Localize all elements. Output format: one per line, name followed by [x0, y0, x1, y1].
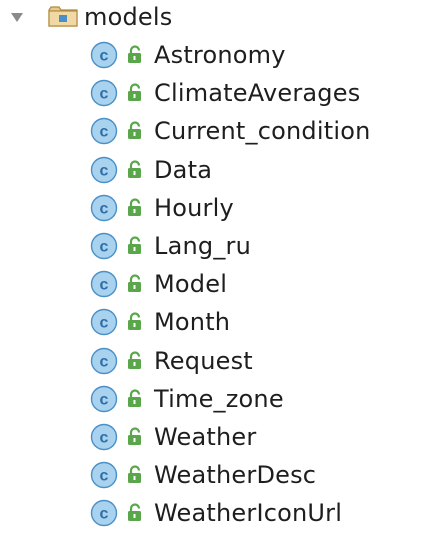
svg-text:c: c — [100, 124, 109, 141]
tree-package-row[interactable]: models — [10, 0, 172, 34]
class-icon: c — [90, 499, 118, 527]
class-icon: c — [90, 117, 118, 145]
class-icon: c — [90, 461, 118, 489]
svg-text:c: c — [100, 239, 109, 256]
class-icon: c — [90, 79, 118, 107]
project-tree: models c Astronomy c ClimateAverages c Curren… — [0, 0, 436, 536]
public-lock-icon — [124, 235, 146, 257]
svg-text:c: c — [100, 162, 109, 179]
public-lock-icon — [124, 502, 146, 524]
class-icon: c — [90, 385, 118, 413]
public-lock-icon — [124, 44, 146, 66]
package-folder-icon — [48, 6, 78, 28]
public-lock-icon — [124, 273, 146, 295]
tree-class-row[interactable]: c Data — [90, 153, 212, 187]
tree-class-row[interactable]: c Model — [90, 267, 227, 301]
public-lock-icon — [124, 426, 146, 448]
public-lock-icon — [124, 311, 146, 333]
public-lock-icon — [124, 82, 146, 104]
public-lock-icon — [124, 159, 146, 181]
svg-text:c: c — [100, 200, 109, 217]
class-icon: c — [90, 308, 118, 336]
class-label: Time_zone — [154, 384, 284, 413]
public-lock-icon — [124, 120, 146, 142]
class-icon: c — [90, 423, 118, 451]
class-label: Astronomy — [154, 41, 286, 69]
tree-class-row[interactable]: c Current_condition — [90, 114, 371, 148]
class-label: Request — [154, 346, 253, 375]
class-label: WeatherIconUrl — [154, 499, 343, 528]
svg-text:c: c — [100, 468, 109, 485]
tree-class-row[interactable]: c WeatherIconUrl — [90, 496, 342, 530]
tree-class-row[interactable]: c ClimateAverages — [90, 76, 360, 110]
svg-text:c: c — [100, 86, 109, 103]
tree-class-row[interactable]: c Month — [90, 305, 230, 339]
public-lock-icon — [124, 464, 146, 486]
class-label: Weather — [154, 423, 257, 451]
svg-text:c: c — [100, 391, 109, 408]
class-icon: c — [90, 194, 118, 222]
tree-class-row[interactable]: c Lang_ru — [90, 229, 251, 263]
class-label: WeatherDesc — [154, 461, 317, 490]
class-label: Model — [154, 270, 228, 299]
tree-class-row[interactable]: c Request — [90, 344, 253, 378]
tree-class-row[interactable]: c Astronomy — [90, 38, 286, 72]
class-icon: c — [90, 41, 118, 69]
svg-text:c: c — [100, 430, 109, 447]
disclosure-triangle-expanded-icon[interactable] — [10, 10, 24, 24]
class-label: Current_condition — [154, 117, 371, 146]
public-lock-icon — [124, 197, 146, 219]
class-label: Hourly — [154, 193, 234, 222]
class-label: Data — [154, 155, 213, 184]
public-lock-icon — [124, 388, 146, 410]
public-lock-icon — [124, 350, 146, 372]
class-icon: c — [90, 347, 118, 375]
svg-text:c: c — [100, 48, 109, 65]
tree-class-row[interactable]: c Weather — [90, 420, 256, 454]
svg-text:c: c — [100, 353, 109, 370]
tree-class-row[interactable]: c WeatherDesc — [90, 458, 316, 492]
package-label: models — [84, 3, 173, 31]
class-icon: c — [90, 270, 118, 298]
svg-text:c: c — [100, 277, 109, 294]
class-label: ClimateAverages — [154, 79, 361, 108]
svg-text:c: c — [100, 315, 109, 332]
svg-text:c: c — [100, 506, 109, 523]
tree-class-row[interactable]: c Time_zone — [90, 382, 284, 416]
class-label: Lang_ru — [154, 232, 252, 260]
tree-class-row[interactable]: c Hourly — [90, 191, 234, 225]
class-label: Month — [154, 308, 231, 337]
class-icon: c — [90, 156, 118, 184]
class-icon: c — [90, 232, 118, 260]
